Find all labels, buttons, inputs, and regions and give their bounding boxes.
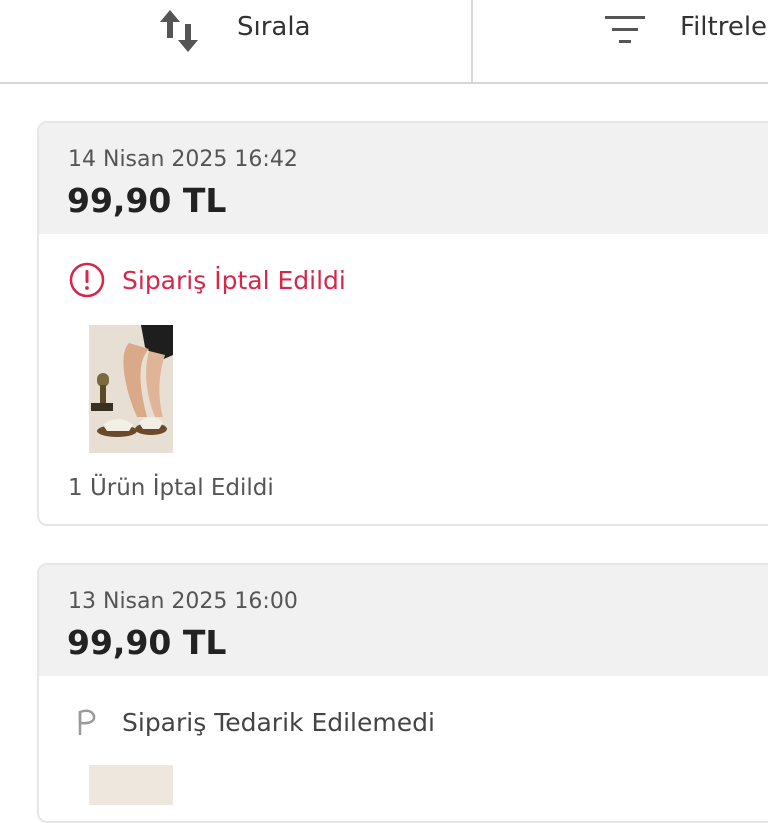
order-date: 13 Nisan 2025 16:00 (68, 589, 298, 614)
order-status: Sipariş Tedarik Edilemedi (68, 702, 435, 742)
order-status-text: Sipariş Tedarik Edilemedi (122, 707, 435, 737)
order-price: 99,90 TL (67, 623, 227, 662)
order-date: 14 Nisan 2025 16:42 (68, 147, 298, 172)
order-card-header: 13 Nisan 2025 16:00 99,90 TL (39, 565, 768, 676)
order-price: 99,90 TL (67, 181, 227, 220)
order-card[interactable]: 13 Nisan 2025 16:00 99,90 TL Sipariş Ted… (37, 563, 768, 823)
order-status: Sipariş İptal Edildi (68, 260, 346, 300)
sort-arrows-icon (158, 6, 202, 54)
filter-button[interactable]: Filtrele (473, 0, 768, 82)
product-image[interactable] (89, 325, 173, 453)
sort-label: Sırala (237, 12, 311, 42)
filter-lines-icon (603, 12, 647, 48)
toolbar: Sırala Filtrele (0, 0, 768, 84)
order-card[interactable]: 14 Nisan 2025 16:42 99,90 TL Sipariş İpt… (37, 121, 768, 526)
alert-circle-icon (68, 261, 106, 299)
product-image[interactable] (89, 765, 173, 805)
order-item-summary: 1 Ürün İptal Edildi (68, 475, 274, 501)
filter-label: Filtrele (680, 12, 768, 42)
flag-icon (68, 703, 106, 741)
order-card-header: 14 Nisan 2025 16:42 99,90 TL (39, 123, 768, 234)
order-status-text: Sipariş İptal Edildi (122, 265, 346, 295)
sort-button[interactable]: Sırala (0, 0, 473, 82)
